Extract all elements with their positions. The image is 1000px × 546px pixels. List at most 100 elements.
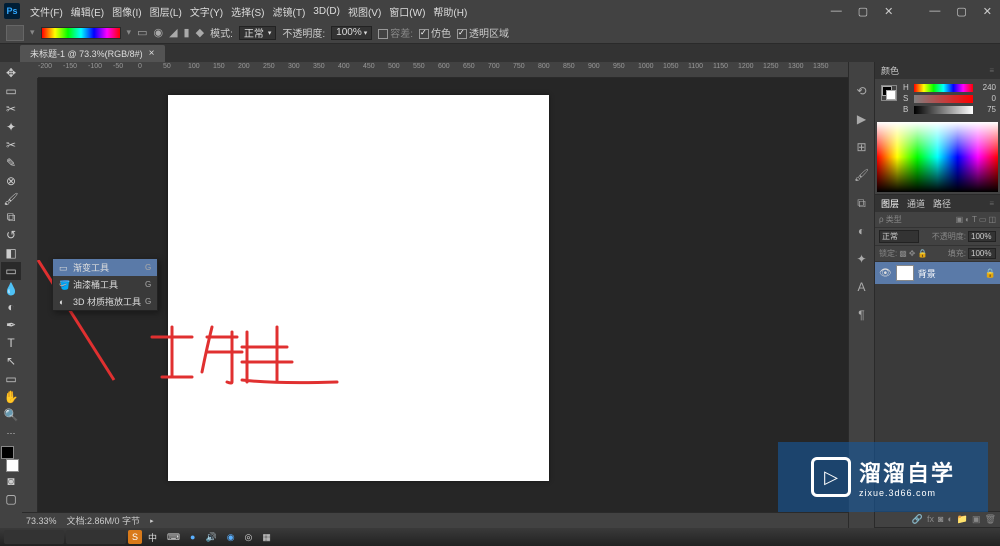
ruler-origin[interactable] bbox=[22, 62, 38, 78]
move-tool[interactable]: ✥ bbox=[1, 64, 21, 82]
stamp-tool[interactable]: ⧉ bbox=[1, 208, 21, 226]
edit-toolbar[interactable]: ⋯ bbox=[1, 424, 21, 442]
doc-maximize-button[interactable]: ▢ bbox=[854, 5, 872, 18]
filter-shape-icon[interactable]: ▭ bbox=[979, 215, 987, 224]
tray-icon[interactable]: ◉ bbox=[223, 530, 239, 544]
clone-panel-icon[interactable]: ⧉ bbox=[853, 194, 871, 212]
styles-panel-icon[interactable]: ✦ bbox=[853, 250, 871, 268]
hue-slider[interactable] bbox=[914, 84, 973, 92]
eyedropper-tool[interactable]: ✎ bbox=[1, 154, 21, 172]
adjustments-panel-icon[interactable]: ◐ bbox=[853, 222, 871, 240]
filter-adjust-icon[interactable]: ◐ bbox=[965, 215, 970, 224]
taskbar-app[interactable] bbox=[66, 530, 126, 544]
filter-text-icon[interactable]: T bbox=[972, 215, 977, 224]
doc-close-button[interactable]: ✕ bbox=[880, 5, 897, 18]
color-picker-area[interactable] bbox=[877, 122, 998, 192]
panel-menu-icon[interactable]: ≡ bbox=[989, 66, 994, 75]
marquee-tool[interactable]: ▭ bbox=[1, 82, 21, 100]
bri-value[interactable]: 75 bbox=[976, 105, 996, 114]
canvas[interactable] bbox=[168, 95, 549, 481]
foreground-swatch[interactable] bbox=[1, 446, 14, 459]
lock-all-icon[interactable]: ▩ bbox=[899, 249, 907, 258]
color-panel-swatches[interactable] bbox=[881, 85, 897, 101]
brush-tool[interactable]: 🖌 bbox=[1, 190, 21, 208]
tool-preset-picker[interactable] bbox=[6, 25, 24, 41]
lasso-tool[interactable]: ✂ bbox=[1, 100, 21, 118]
layer-style-icon[interactable]: fx bbox=[927, 514, 934, 525]
group-icon[interactable]: 📁 bbox=[957, 514, 968, 525]
menu-select[interactable]: 选择(S) bbox=[227, 4, 268, 19]
minimize-button[interactable]: — bbox=[925, 5, 944, 18]
context-3d-material-tool[interactable]: ◐ 3D 材质拖放工具 G bbox=[53, 293, 157, 310]
ruler-vertical[interactable] bbox=[22, 78, 38, 528]
keyboard-icon[interactable]: ⌨ bbox=[163, 530, 184, 544]
menu-file[interactable]: 文件(F) bbox=[26, 4, 67, 19]
ruler-horizontal[interactable]: -200-150-100-500501001502002503003504004… bbox=[38, 62, 848, 78]
zoom-tool[interactable]: 🔍 bbox=[1, 406, 21, 424]
menu-filter[interactable]: 滤镜(T) bbox=[269, 4, 310, 19]
layer-kind-filter[interactable]: ρ 类型 bbox=[879, 214, 902, 225]
eraser-tool[interactable]: ◧ bbox=[1, 244, 21, 262]
type-tool[interactable]: T bbox=[1, 334, 21, 352]
sound-icon[interactable]: 🔊 bbox=[201, 530, 220, 544]
panel-menu-icon[interactable]: ≡ bbox=[989, 199, 994, 208]
dodge-tool[interactable]: ◐ bbox=[1, 298, 21, 316]
hand-tool[interactable]: ✋ bbox=[1, 388, 21, 406]
menu-edit[interactable]: 编辑(E) bbox=[67, 4, 108, 19]
quickmask-toggle[interactable]: ◙ bbox=[1, 472, 21, 490]
shape-tool[interactable]: ▭ bbox=[1, 370, 21, 388]
taskbar-app[interactable] bbox=[4, 530, 64, 544]
mode-dropdown[interactable]: 正常 ▾ bbox=[239, 26, 277, 40]
maximize-button[interactable]: ▢ bbox=[952, 5, 970, 18]
opacity-input[interactable]: 100% ▾ bbox=[331, 26, 372, 40]
paths-tab[interactable]: 路径 bbox=[933, 197, 951, 210]
ime-indicator[interactable]: S bbox=[128, 530, 142, 544]
ime-lang[interactable]: 中 bbox=[144, 530, 161, 544]
path-tool[interactable]: ↖ bbox=[1, 352, 21, 370]
close-button[interactable]: ✕ bbox=[979, 5, 996, 18]
reverse-checkbox[interactable] bbox=[378, 29, 388, 39]
layer-opacity-input[interactable]: 100% bbox=[968, 231, 996, 242]
color-swatches[interactable] bbox=[0, 446, 20, 472]
pen-tool[interactable]: ✒ bbox=[1, 316, 21, 334]
menu-view[interactable]: 视图(V) bbox=[344, 4, 385, 19]
character-panel-icon[interactable]: A bbox=[853, 278, 871, 296]
layers-tab[interactable]: 图层 bbox=[881, 197, 899, 210]
grad-diamond-icon[interactable]: ◆ bbox=[196, 26, 204, 39]
layer-fill-input[interactable]: 100% bbox=[968, 248, 996, 259]
hue-value[interactable]: 240 bbox=[976, 83, 996, 92]
blur-tool[interactable]: 💧 bbox=[1, 280, 21, 298]
history-brush-tool[interactable]: ↺ bbox=[1, 226, 21, 244]
tray-icon[interactable]: ● bbox=[186, 530, 199, 544]
layer-name[interactable]: 背景 bbox=[918, 267, 936, 280]
screenmode-toggle[interactable]: ▢ bbox=[1, 490, 21, 508]
layer-visibility-icon[interactable]: 👁 bbox=[879, 268, 892, 279]
menu-help[interactable]: 帮助(H) bbox=[429, 4, 471, 19]
zoom-level[interactable]: 73.33% bbox=[26, 516, 57, 526]
context-gradient-tool[interactable]: ▭ 渐变工具 G bbox=[53, 259, 157, 276]
magic-wand-tool[interactable]: ✦ bbox=[1, 118, 21, 136]
transparency-checkbox[interactable] bbox=[457, 29, 467, 39]
brushes-panel-icon[interactable]: 🖌 bbox=[853, 166, 871, 184]
lock-position-icon[interactable]: ✥ bbox=[909, 249, 916, 258]
history-panel-icon[interactable]: ⟲ bbox=[853, 82, 871, 100]
gradient-tool[interactable]: ▭ bbox=[1, 262, 21, 280]
menu-window[interactable]: 窗口(W) bbox=[385, 4, 429, 19]
grad-linear-icon[interactable]: ▭ bbox=[137, 26, 147, 39]
sat-value[interactable]: 0 bbox=[976, 94, 996, 103]
properties-panel-icon[interactable]: ⊞ bbox=[853, 138, 871, 156]
document-tab-close[interactable]: × bbox=[149, 48, 155, 59]
new-layer-icon[interactable]: ▣ bbox=[972, 514, 981, 525]
layer-mask-icon[interactable]: ◙ bbox=[938, 514, 943, 525]
delete-layer-icon[interactable]: 🗑 bbox=[985, 514, 996, 525]
background-swatch[interactable] bbox=[6, 459, 19, 472]
document-info[interactable]: 文档:2.86M/0 字节 bbox=[67, 514, 141, 527]
crop-tool[interactable]: ✂ bbox=[1, 136, 21, 154]
sat-slider[interactable] bbox=[914, 95, 973, 103]
gradient-preview[interactable] bbox=[41, 27, 121, 39]
doc-minimize-button[interactable]: — bbox=[827, 5, 846, 18]
menu-3d[interactable]: 3D(D) bbox=[309, 6, 344, 17]
adjustment-layer-icon[interactable]: ◐ bbox=[947, 514, 952, 525]
context-paintbucket-tool[interactable]: 🪣 油漆桶工具 G bbox=[53, 276, 157, 293]
document-tab[interactable]: 未标题-1 @ 73.3%(RGB/8#) × bbox=[20, 45, 165, 62]
